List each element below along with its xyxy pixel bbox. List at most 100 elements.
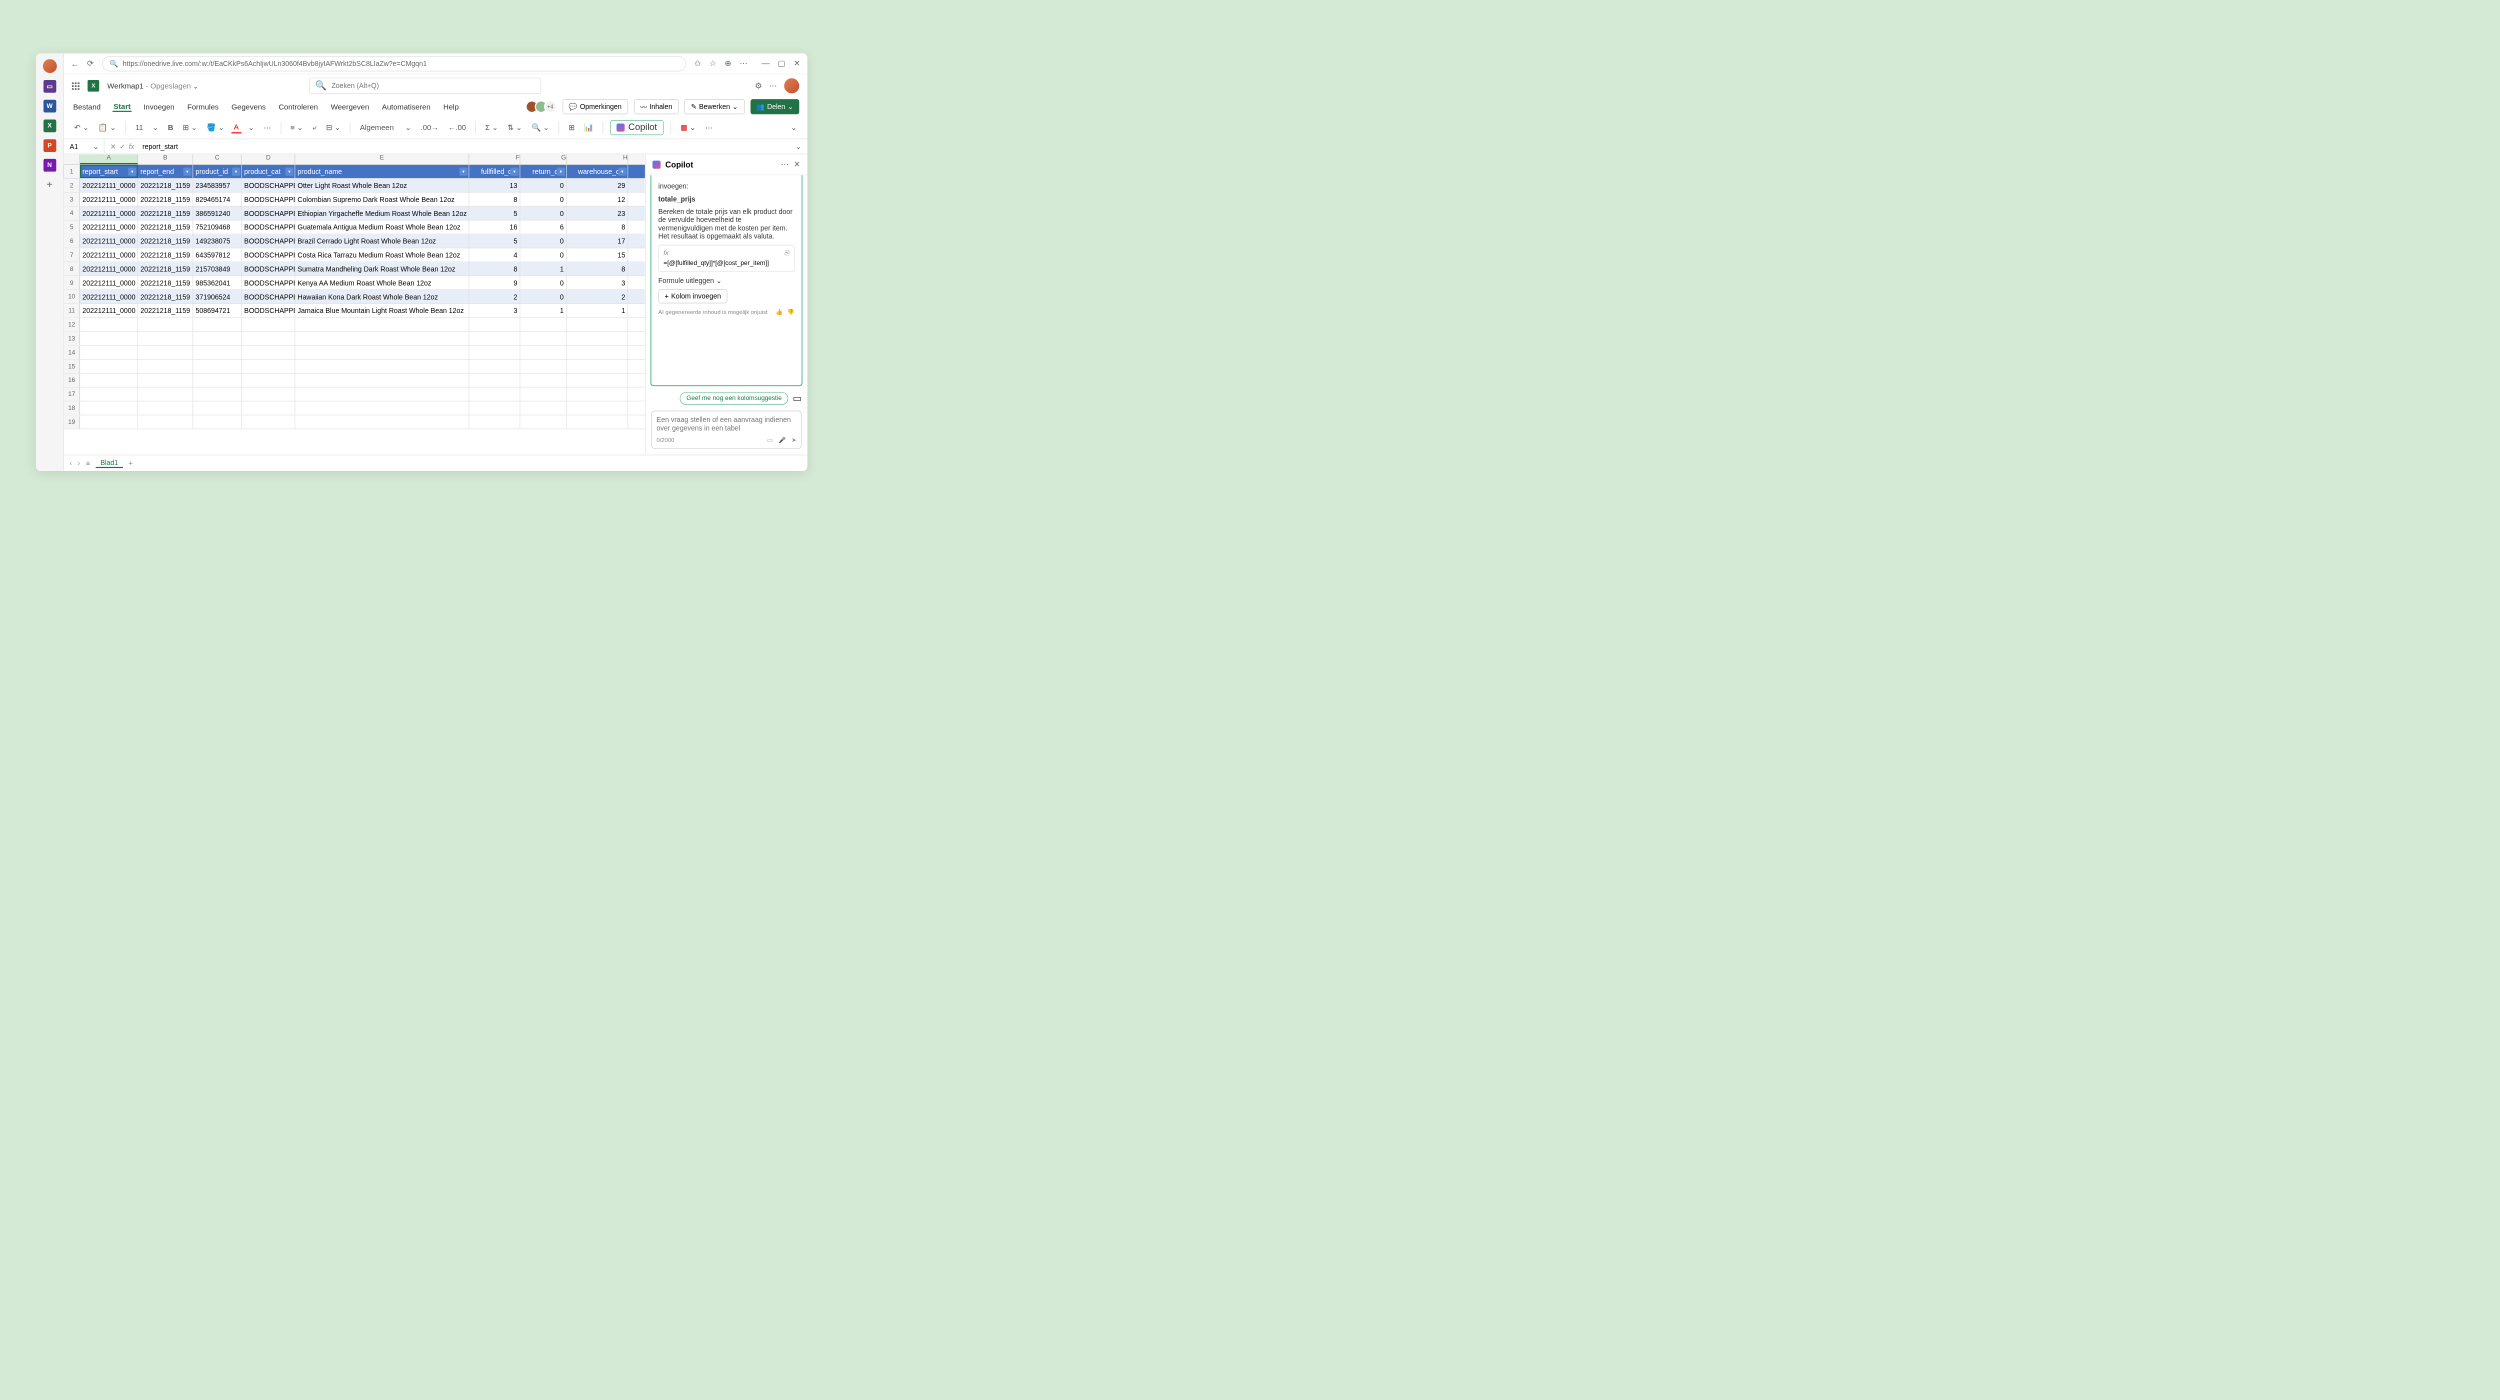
empty-cell[interactable] [242, 401, 295, 414]
row-header[interactable]: 11 [64, 304, 80, 317]
table-cell[interactable]: 202212111_0000 [80, 276, 138, 289]
table-cell[interactable]: 20221218_1159 [138, 206, 193, 219]
table-cell[interactable]: 2 [469, 290, 520, 303]
tab-automate[interactable]: Automatiseren [381, 102, 432, 111]
increase-decimal-button[interactable]: ←.00 [446, 122, 469, 133]
presence-indicators[interactable]: +4 [529, 100, 557, 113]
favorite-icon[interactable]: ✩ [694, 59, 701, 69]
table-cell[interactable]: 1 [520, 262, 566, 275]
tab-help[interactable]: Help [442, 102, 460, 111]
table-cell[interactable]: 202212111_0000 [80, 234, 138, 247]
table-cell[interactable]: 0 [520, 234, 566, 247]
search-box[interactable]: 🔍 [309, 78, 541, 94]
table-cell[interactable]: 1 [520, 304, 566, 317]
sheet-next-button[interactable]: › [78, 459, 80, 467]
empty-cell[interactable] [242, 387, 295, 400]
table-cell[interactable]: 202212111_0000 [80, 193, 138, 206]
tab-view[interactable]: Weergeven [330, 102, 371, 111]
add-app-button[interactable]: + [47, 179, 53, 191]
table-cell[interactable]: 29 [567, 179, 628, 192]
table-cell[interactable]: BOODSCHAPPE [242, 234, 295, 247]
table-cell[interactable]: 20221218_1159 [138, 193, 193, 206]
empty-cell[interactable] [520, 387, 566, 400]
table-header-cell[interactable]: warehouse_qty▾ [567, 165, 628, 178]
align-button[interactable]: ≡ ⌄ [288, 122, 305, 134]
table-cell[interactable]: 202212111_0000 [80, 179, 138, 192]
onenote-icon[interactable]: N [43, 159, 56, 172]
table-cell[interactable]: 4 [469, 248, 520, 261]
row-header[interactable]: 14 [64, 346, 80, 359]
table-cell[interactable]: Costa Rica Tarrazu Medium Roast Whole Be… [295, 248, 469, 261]
table-cell[interactable]: Colombian Supremo Dark Roast Whole Bean … [295, 193, 469, 206]
table-cell[interactable]: Guatemala Antigua Medium Roast Whole Bea… [295, 220, 469, 233]
mic-icon[interactable]: 🎤 [778, 437, 785, 443]
sheet-tab[interactable]: Blad1 [96, 458, 123, 467]
empty-cell[interactable] [138, 332, 193, 345]
table-cell[interactable]: 20221218_1159 [138, 304, 193, 317]
column-header[interactable]: H [567, 154, 628, 164]
table-cell[interactable]: 202212111_0000 [80, 304, 138, 317]
empty-cell[interactable] [567, 387, 628, 400]
filter-icon[interactable]: ▾ [557, 167, 565, 175]
table-cell[interactable]: 20221218_1159 [138, 179, 193, 192]
table-cell[interactable]: 202212111_0000 [80, 262, 138, 275]
table-cell[interactable]: 23 [567, 206, 628, 219]
table-cell[interactable]: 0 [520, 206, 566, 219]
spreadsheet-grid[interactable]: ABCDEFGH1report_start▾report_end▾product… [64, 154, 645, 454]
word-icon[interactable]: W [43, 100, 56, 113]
column-header[interactable]: C [193, 154, 242, 164]
wrap-button[interactable]: ⤶ [310, 122, 319, 134]
filter-icon[interactable]: ▾ [459, 167, 467, 175]
table-cell[interactable]: 508694721 [193, 304, 242, 317]
insert-column-button[interactable]: + Kolom invoegen [658, 289, 727, 303]
more-font-button[interactable]: ⋯ [261, 122, 273, 134]
empty-cell[interactable] [138, 401, 193, 414]
borders-button[interactable]: ⊞ ⌄ [180, 122, 199, 134]
close-button[interactable]: ✕ [794, 59, 801, 69]
empty-cell[interactable] [520, 332, 566, 345]
empty-cell[interactable] [469, 387, 520, 400]
thumbs-down-icon[interactable]: 👎 [787, 309, 794, 315]
tab-review[interactable]: Controleren [277, 102, 319, 111]
minimize-button[interactable]: — [762, 59, 770, 69]
user-avatar-small[interactable] [43, 59, 57, 73]
empty-cell[interactable] [80, 332, 138, 345]
refresh-button[interactable]: ⟳ [87, 59, 94, 69]
empty-cell[interactable] [295, 374, 469, 387]
empty-cell[interactable] [469, 374, 520, 387]
presence-more[interactable]: +4 [544, 100, 557, 113]
empty-cell[interactable] [242, 318, 295, 331]
empty-cell[interactable] [567, 415, 628, 428]
empty-cell[interactable] [295, 346, 469, 359]
table-cell[interactable]: 8 [567, 262, 628, 275]
empty-cell[interactable] [520, 415, 566, 428]
undo-button[interactable]: ↶ ⌄ [72, 122, 91, 134]
addins-button[interactable]: ⊞ [566, 122, 577, 134]
table-cell[interactable]: BOODSCHAPPE [242, 206, 295, 219]
tab-data[interactable]: Gegevens [230, 102, 267, 111]
table-cell[interactable]: 149238075 [193, 234, 242, 247]
table-cell[interactable]: BOODSCHAPPE [242, 248, 295, 261]
filter-icon[interactable]: ▾ [232, 167, 240, 175]
table-header-cell[interactable]: report_end▾ [138, 165, 193, 178]
empty-cell[interactable] [242, 360, 295, 373]
empty-cell[interactable] [295, 415, 469, 428]
copilot-close-icon[interactable]: ✕ [794, 160, 801, 170]
copilot-more-icon[interactable]: ⋯ [781, 160, 789, 170]
maximize-button[interactable]: ▢ [778, 59, 786, 69]
table-cell[interactable]: Kenya AA Medium Roast Whole Bean 12oz [295, 276, 469, 289]
column-header[interactable]: G [520, 154, 566, 164]
empty-cell[interactable] [80, 346, 138, 359]
empty-cell[interactable] [520, 346, 566, 359]
edit-button[interactable]: ✎ Bewerken ⌄ [684, 99, 744, 114]
font-size[interactable]: 11 [133, 122, 145, 133]
row-header[interactable]: 19 [64, 415, 80, 428]
empty-cell[interactable] [295, 401, 469, 414]
empty-cell[interactable] [295, 332, 469, 345]
table-cell[interactable]: 215703849 [193, 262, 242, 275]
collections-icon[interactable]: ☆ [709, 59, 716, 69]
empty-cell[interactable] [567, 346, 628, 359]
row-header[interactable]: 1 [64, 165, 80, 178]
table-cell[interactable]: 202212111_0000 [80, 248, 138, 261]
table-cell[interactable]: 20221218_1159 [138, 276, 193, 289]
